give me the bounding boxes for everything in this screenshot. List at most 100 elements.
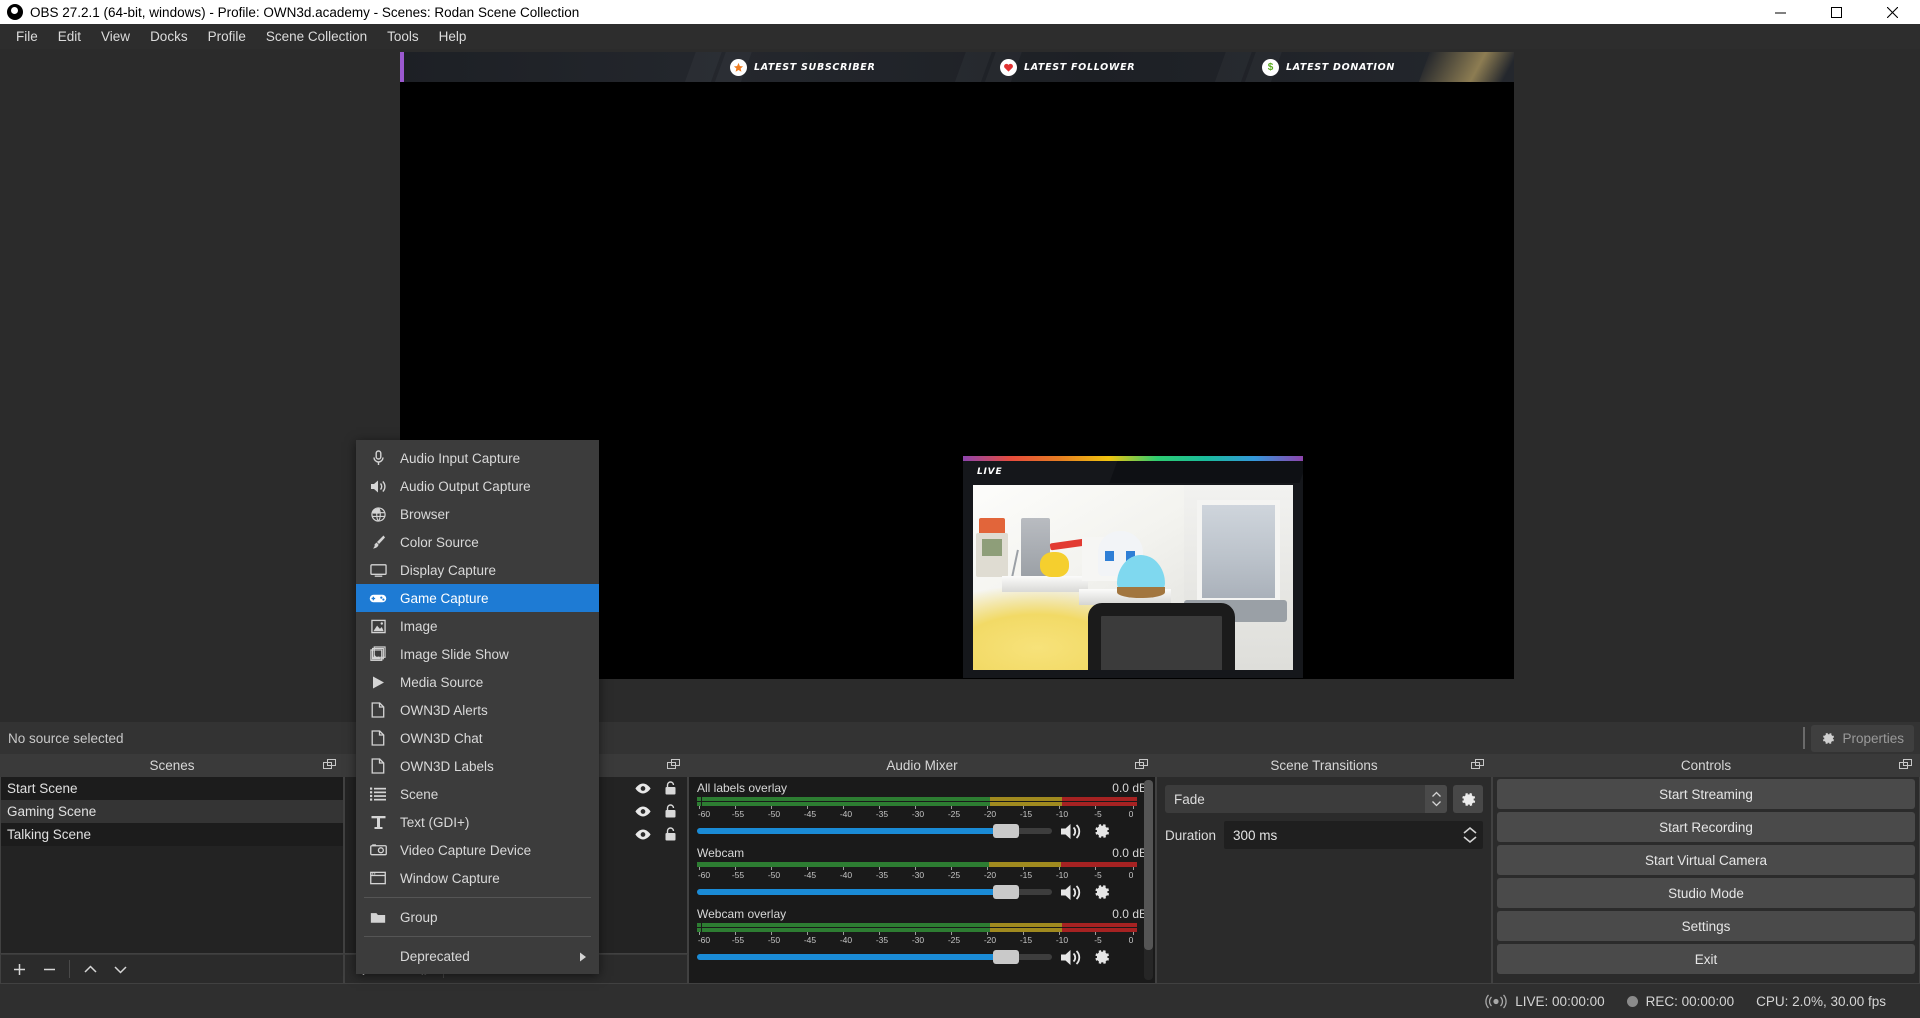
gear-icon xyxy=(1821,731,1836,746)
controls-dock: Controls Start Streaming Start Recording… xyxy=(1492,754,1920,984)
menu-label: Video Capture Device xyxy=(400,843,531,858)
eye-icon[interactable] xyxy=(634,782,652,795)
scenes-title-label: Scenes xyxy=(149,758,194,773)
gear-icon[interactable] xyxy=(1092,947,1112,967)
gear-icon[interactable] xyxy=(1092,821,1112,841)
volume-slider[interactable] xyxy=(697,954,1052,960)
transition-properties-button[interactable] xyxy=(1453,785,1483,813)
menu-item-video-capture-device[interactable]: Video Capture Device xyxy=(356,836,599,864)
gear-icon[interactable] xyxy=(1092,882,1112,902)
mixer-scrollbar[interactable] xyxy=(1144,780,1153,980)
undock-icon[interactable] xyxy=(1471,759,1484,772)
menu-item-audio-input-capture[interactable]: Audio Input Capture xyxy=(356,444,599,472)
transition-select[interactable]: Fade xyxy=(1165,785,1447,813)
scenes-toolbar xyxy=(0,954,344,984)
menu-item-own3d-alerts[interactable]: OWN3D Alerts xyxy=(356,696,599,724)
lock-icon[interactable] xyxy=(664,827,677,842)
lock-icon[interactable] xyxy=(664,781,677,796)
volume-slider-handle[interactable] xyxy=(993,950,1019,964)
duration-stepper[interactable] xyxy=(1459,822,1481,848)
menu-item-scene-collection[interactable]: Scene Collection xyxy=(256,26,377,47)
speaker-icon[interactable] xyxy=(1060,883,1084,902)
exit-button[interactable]: Exit xyxy=(1497,944,1915,974)
menu-item-color-source[interactable]: Color Source xyxy=(356,528,599,556)
dock-row: Scenes Start Scene Gaming Scene Talking … xyxy=(0,754,1920,984)
preview-stage: LATEST SUBSCRIBER LATEST FOLLOWER $ LATE… xyxy=(0,49,1920,721)
menu-bar: File Edit View Docks Profile Scene Colle… xyxy=(0,24,1920,49)
menu-item-profile[interactable]: Profile xyxy=(198,26,256,47)
scenes-list[interactable]: Start Scene Gaming Scene Talking Scene xyxy=(0,777,344,954)
menu-item-docks[interactable]: Docks xyxy=(140,26,198,47)
undock-icon[interactable] xyxy=(1899,759,1912,772)
menu-item-help[interactable]: Help xyxy=(429,26,477,47)
meter-scale: -60 -55 -50 -45 -40 -35 -30 -25 -20 -15 … xyxy=(697,867,1137,880)
chevron-up-icon[interactable] xyxy=(76,956,104,982)
chevron-down-icon[interactable] xyxy=(106,956,134,982)
undock-icon[interactable] xyxy=(1135,759,1148,772)
speaker-icon[interactable] xyxy=(1060,822,1084,841)
scene-item-start[interactable]: Start Scene xyxy=(1,777,343,800)
menu-item-group[interactable]: Group xyxy=(356,903,599,931)
studio-mode-button[interactable]: Studio Mode xyxy=(1497,878,1915,908)
add-source-context-menu[interactable]: Audio Input Capture Audio Output Capture… xyxy=(356,440,599,974)
scene-item-talking[interactable]: Talking Scene xyxy=(1,823,343,846)
menu-item-own3d-chat[interactable]: OWN3D Chat xyxy=(356,724,599,752)
menu-item-text-gdi[interactable]: Text (GDI+) xyxy=(356,808,599,836)
undock-icon[interactable] xyxy=(323,759,336,772)
menu-item-scene[interactable]: Scene xyxy=(356,780,599,808)
menu-item-window-capture[interactable]: Window Capture xyxy=(356,864,599,892)
toolbar-divider xyxy=(1803,727,1805,749)
menu-item-display-capture[interactable]: Display Capture xyxy=(356,556,599,584)
menu-item-media-source[interactable]: Media Source xyxy=(356,668,599,696)
menu-item-game-capture[interactable]: Game Capture xyxy=(356,584,599,612)
live-status: LIVE: 00:00:00 xyxy=(1485,994,1604,1009)
minus-icon[interactable] xyxy=(35,956,63,982)
speaker-icon[interactable] xyxy=(1060,948,1084,967)
minimize-icon[interactable] xyxy=(1752,0,1808,24)
duration-input[interactable]: 300 ms xyxy=(1224,821,1483,849)
channel-db: 0.0 dB xyxy=(1112,846,1147,860)
eye-icon[interactable] xyxy=(634,805,652,818)
menu-separator xyxy=(364,897,591,898)
scrollbar-thumb[interactable] xyxy=(1144,780,1153,950)
chevron-updown-icon[interactable] xyxy=(1425,785,1447,813)
menu-item-own3d-labels[interactable]: OWN3D Labels xyxy=(356,752,599,780)
volume-slider[interactable] xyxy=(697,889,1052,895)
menu-item-file[interactable]: File xyxy=(6,26,48,47)
scene-item-gaming[interactable]: Gaming Scene xyxy=(1,800,343,823)
menu-item-view[interactable]: View xyxy=(91,26,140,47)
settings-button[interactable]: Settings xyxy=(1497,911,1915,941)
latest-donation-label: LATEST DONATION xyxy=(1286,62,1395,73)
undock-icon[interactable] xyxy=(667,759,680,772)
lock-icon[interactable] xyxy=(664,804,677,819)
start-streaming-button[interactable]: Start Streaming xyxy=(1497,779,1915,809)
menu-item-browser[interactable]: Browser xyxy=(356,500,599,528)
channel-db: 0.0 dB xyxy=(1112,907,1147,921)
close-icon[interactable] xyxy=(1864,0,1920,24)
menu-label: Audio Output Capture xyxy=(400,479,531,494)
maximize-icon[interactable] xyxy=(1808,0,1864,24)
volume-slider[interactable] xyxy=(697,828,1052,834)
transition-duration-row: Duration 300 ms xyxy=(1165,821,1483,849)
menu-item-tools[interactable]: Tools xyxy=(377,26,429,47)
volume-slider-handle[interactable] xyxy=(993,885,1019,899)
menu-label: OWN3D Alerts xyxy=(400,703,488,718)
menu-item-image[interactable]: Image xyxy=(356,612,599,640)
menu-item-audio-output-capture[interactable]: Audio Output Capture xyxy=(356,472,599,500)
menu-item-deprecated[interactable]: Deprecated xyxy=(356,942,599,970)
no-source-status: No source selected xyxy=(0,731,124,746)
start-recording-button[interactable]: Start Recording xyxy=(1497,812,1915,842)
plus-icon[interactable] xyxy=(5,956,33,982)
menu-label: Media Source xyxy=(400,675,483,690)
eye-icon[interactable] xyxy=(634,828,652,841)
volume-meter xyxy=(697,797,1137,806)
speaker-icon xyxy=(368,477,388,495)
volume-slider-handle[interactable] xyxy=(993,824,1019,838)
menu-item-image-slide-show[interactable]: Image Slide Show xyxy=(356,640,599,668)
alerts-overlay-bar: LATEST SUBSCRIBER LATEST FOLLOWER $ LATE… xyxy=(400,52,1514,82)
latest-subscriber-item: LATEST SUBSCRIBER xyxy=(730,52,876,82)
window-buttons xyxy=(1752,0,1920,24)
menu-item-edit[interactable]: Edit xyxy=(48,26,91,47)
properties-button[interactable]: Properties xyxy=(1811,725,1914,752)
start-virtual-camera-button[interactable]: Start Virtual Camera xyxy=(1497,845,1915,875)
